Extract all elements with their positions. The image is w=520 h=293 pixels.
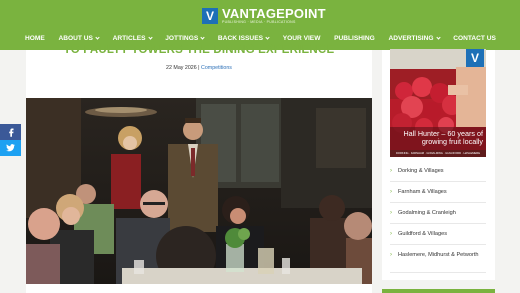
- nav-advertising[interactable]: ADVERTISING: [388, 34, 441, 42]
- nav-home[interactable]: HOME: [25, 35, 45, 42]
- post-meta: 22 May 2026 | Competitions: [26, 65, 372, 71]
- nav-publishing[interactable]: PUBLISHING: [334, 35, 375, 42]
- article-title: TO FAULTY TOWERS THE DINING EXPERIENCE: [63, 44, 335, 56]
- edition-links: › Dorking & Villages › Farnham & Village…: [390, 161, 486, 273]
- edition-link-guildford[interactable]: › Guildford & Villages: [390, 224, 486, 245]
- logo-name: VANTAGEPOINT: [222, 6, 326, 21]
- cover-editions-strip: DORKING · FARNHAM · GODALMING · GUILDFOR…: [390, 150, 486, 157]
- facebook-share-button[interactable]: [0, 124, 21, 140]
- caret-right-icon: ›: [390, 189, 392, 195]
- edition-link-farnham[interactable]: › Farnham & Villages: [390, 182, 486, 203]
- nav-about-us[interactable]: ABOUT US: [58, 34, 100, 42]
- nav-jottings[interactable]: JOTTINGS: [165, 34, 205, 42]
- nav-your-view[interactable]: YOUR VIEW: [283, 35, 321, 42]
- caret-right-icon: ›: [390, 252, 392, 258]
- site-logo[interactable]: V VANTAGEPOINT PUBLISHING · MEDIA · PUBL…: [202, 7, 326, 25]
- cover-logo: V: [470, 51, 479, 65]
- site-header: V VANTAGEPOINT PUBLISHING · MEDIA · PUBL…: [0, 0, 520, 50]
- edition-link-haslemere[interactable]: › Haslemere, Midhurst & Petworth: [390, 245, 486, 273]
- logo-tagline: PUBLISHING · MEDIA · PUBLICATIONS: [222, 20, 296, 24]
- caret-right-icon: ›: [390, 210, 392, 216]
- hero-photo: [26, 98, 372, 284]
- edition-link-dorking[interactable]: › Dorking & Villages: [390, 161, 486, 182]
- nav-contact-us[interactable]: CONTACT US: [453, 35, 496, 42]
- caret-right-icon: ›: [390, 231, 392, 237]
- post-category-link[interactable]: Competitions: [201, 65, 232, 71]
- sidebar: V Hall Hunter – 60 years of growing frui…: [382, 49, 495, 280]
- magazine-cover[interactable]: V Hall Hunter – 60 years of growing frui…: [390, 49, 486, 157]
- sidebar-next-widget: [382, 289, 495, 293]
- chevron-down-icon: [435, 34, 441, 40]
- chevron-down-icon: [147, 34, 153, 40]
- twitter-icon: [6, 144, 15, 152]
- nav-back-issues[interactable]: BACK ISSUES: [218, 34, 270, 42]
- article-main: TO FAULTY TOWERS THE DINING EXPERIENCE 2…: [26, 44, 372, 293]
- logo-mark: V: [202, 8, 218, 24]
- post-date: 22 May 2026: [166, 65, 197, 71]
- chevron-down-icon: [265, 34, 270, 40]
- dining-scene-image: [26, 98, 372, 284]
- cover-caption: Hall Hunter – 60 years of growing fruit …: [403, 129, 483, 146]
- main-nav: HOME ABOUT US ARTICLES JOTTINGS BACK ISS…: [0, 31, 520, 45]
- nav-articles[interactable]: ARTICLES: [113, 34, 153, 42]
- chevron-down-icon: [95, 34, 100, 40]
- chevron-down-icon: [200, 34, 205, 40]
- edition-link-godalming[interactable]: › Godalming & Cranleigh: [390, 203, 486, 224]
- twitter-share-button[interactable]: [0, 140, 21, 156]
- caret-right-icon: ›: [390, 168, 392, 174]
- facebook-icon: [8, 128, 13, 137]
